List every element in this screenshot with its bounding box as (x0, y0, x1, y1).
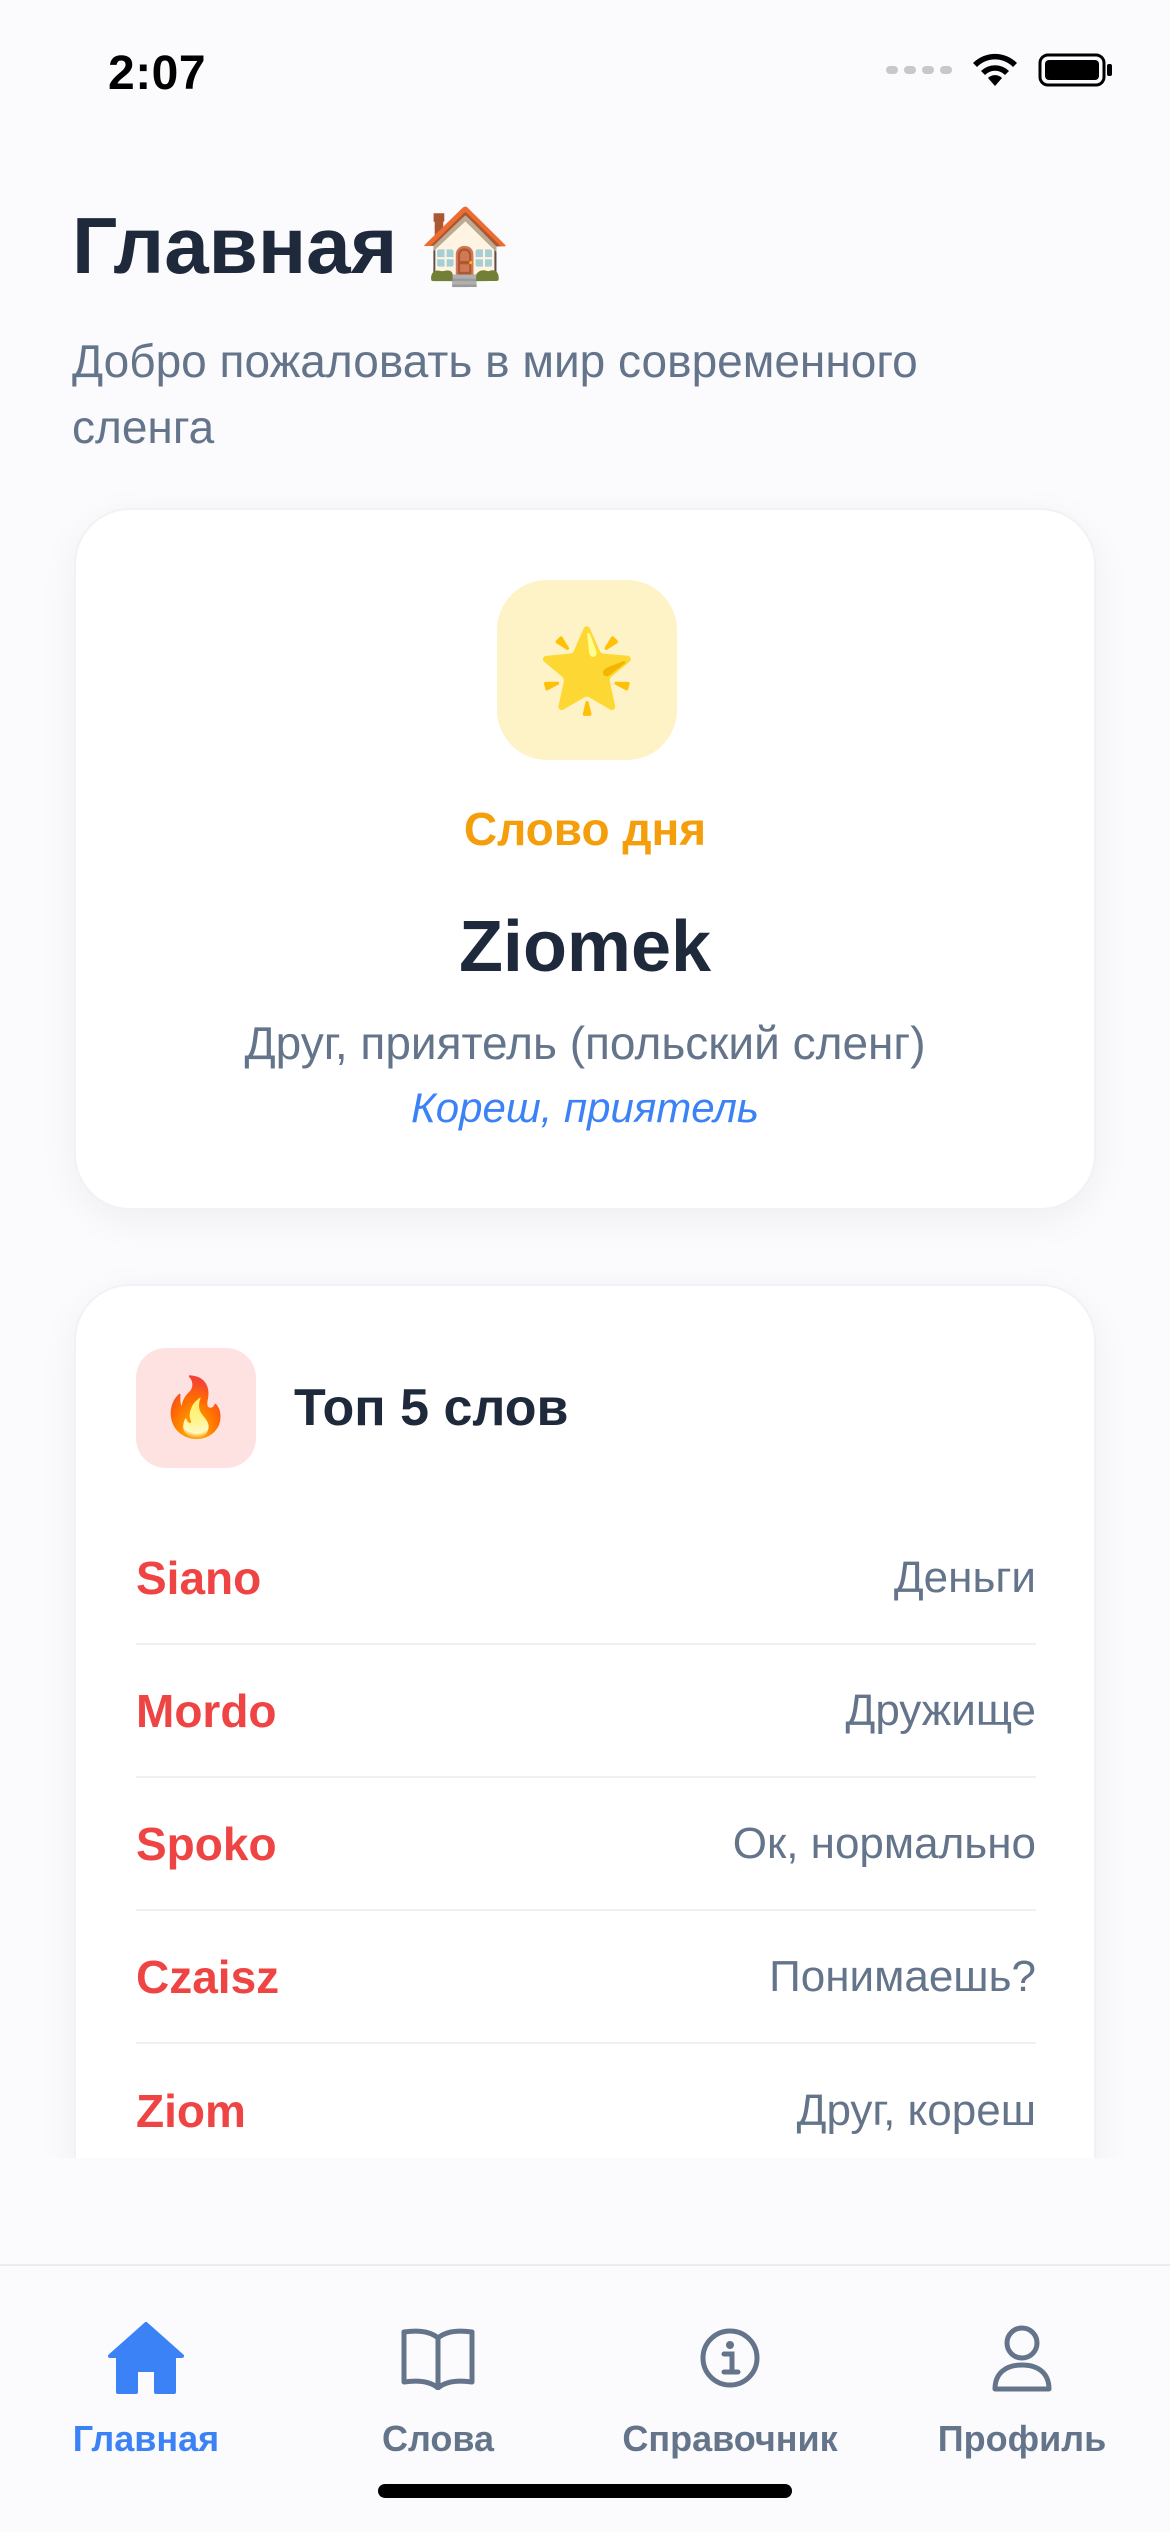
tab-label: Слова (381, 2418, 495, 2459)
tab-profile[interactable]: Профиль (876, 2318, 1168, 2460)
top-word-row[interactable]: Spoko Ок, нормально (136, 1778, 1036, 1911)
top-word: Siano (136, 1551, 262, 1604)
tab-label: Профиль (937, 2418, 1107, 2459)
top-word-translation: Ок, нормально (732, 1818, 1036, 1868)
book-icon (398, 2318, 478, 2398)
top-word-translation: Дружище (845, 1685, 1036, 1735)
top-word: Czaisz (136, 1950, 280, 2003)
glowing-star-icon: 🌟 (537, 625, 637, 714)
status-bar: 2:07 (0, 0, 1170, 150)
top-word-row[interactable]: Siano Деньги (136, 1512, 1036, 1645)
word-of-day-translation: Кореш, приятель (410, 1084, 760, 1131)
tab-home[interactable]: Главная (0, 2318, 292, 2460)
status-time: 2:07 (108, 47, 207, 100)
top-word-translation: Понимаешь? (769, 1951, 1036, 2001)
top-word-row[interactable]: Mordo Дружище (136, 1645, 1036, 1778)
page-title-text: Главная (72, 201, 398, 290)
top-word-translation: Деньги (893, 1552, 1036, 1602)
word-of-day-icon-tile: 🌟 (497, 580, 677, 760)
tab-label: Главная (72, 2418, 220, 2459)
fire-icon: 🔥 (159, 1375, 233, 1440)
tab-label: Справочник (622, 2418, 838, 2459)
page-title: Главная 🏠 (72, 200, 512, 292)
info-icon (690, 2318, 770, 2398)
cellular-signal-icon (886, 66, 952, 74)
word-of-day-label: Слово дня (463, 803, 707, 855)
tab-reference[interactable]: Справочник (584, 2318, 876, 2460)
home-indicator[interactable] (378, 2484, 792, 2498)
top-words-icon-tile: 🔥 (136, 1348, 256, 1468)
battery-icon (1038, 53, 1112, 87)
top-word-row[interactable]: Czaisz Понимаешь? (136, 1911, 1036, 2044)
home-screen: 2:07 Главная 🏠 Добро пожаловать в мир со… (0, 0, 1170, 2532)
scroll-clip (0, 2158, 1170, 2266)
top-word: Spoko (136, 1817, 277, 1870)
house-icon (106, 2318, 186, 2398)
page-subtitle: Добро пожаловать в мир современного слен… (72, 335, 918, 453)
wifi-icon (973, 53, 1017, 86)
house-emoji-icon: 🏠 (419, 203, 512, 287)
top-words-list: Siano Деньги Mordo Дружище Spoko Ок, нор… (136, 1512, 1036, 2177)
top-words-card: 🔥 Топ 5 слов Siano Деньги Mordo Дружище … (74, 1284, 1096, 2184)
top-word: Ziom (136, 2084, 246, 2137)
person-icon (982, 2318, 1062, 2398)
top-word-translation: Друг, кореш (796, 2085, 1036, 2135)
tab-words[interactable]: Слова (292, 2318, 584, 2460)
word-of-day-meaning: Друг, приятель (польский сленг) (244, 1017, 926, 1069)
word-of-day-word: Ziomek (458, 907, 712, 987)
top-words-title: Топ 5 слов (294, 1379, 569, 1437)
status-icons (886, 52, 1114, 88)
top-word: Mordo (136, 1684, 277, 1737)
word-of-day-card[interactable]: 🌟 Слово дня Ziomek Друг, приятель (польс… (74, 508, 1096, 1210)
